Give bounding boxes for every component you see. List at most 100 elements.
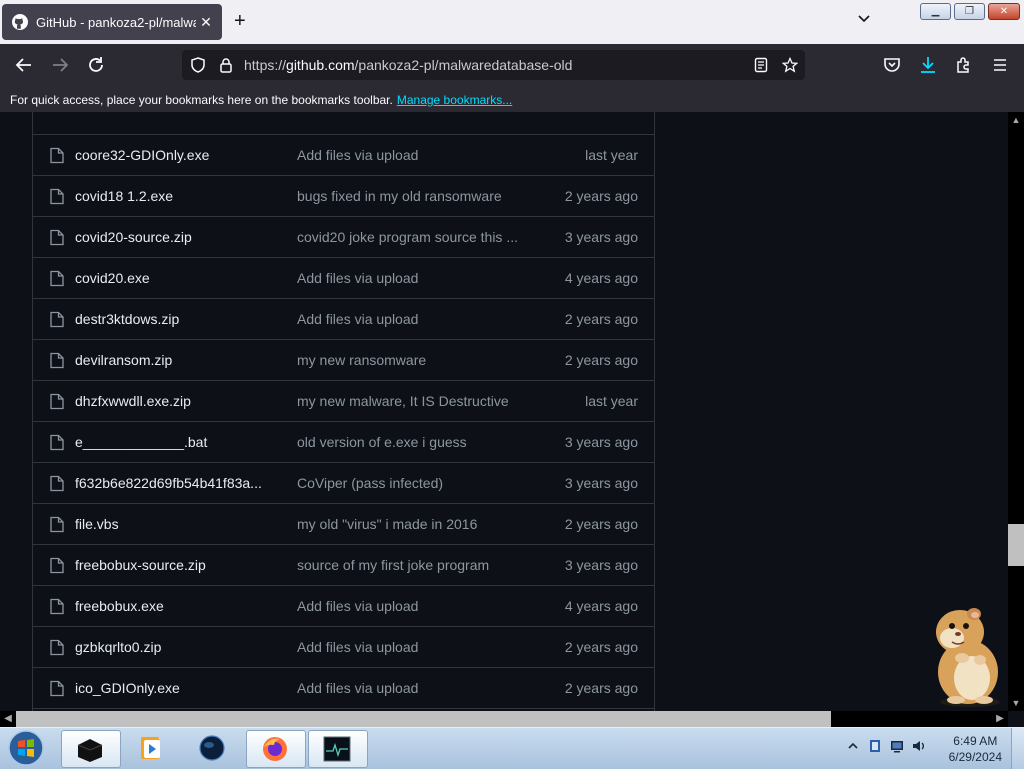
taskbar-app-terminal[interactable]: [61, 730, 121, 768]
file-name-link[interactable]: e_____________.bat: [75, 434, 275, 450]
volume-icon[interactable]: [911, 738, 927, 754]
restore-icon: ❐: [965, 6, 974, 17]
commit-message-link[interactable]: Add files via upload: [297, 598, 527, 614]
commit-message-link[interactable]: Add files via upload: [297, 680, 527, 696]
file-name-link[interactable]: freebobux.exe: [75, 598, 275, 614]
vertical-scroll-thumb[interactable]: [1008, 524, 1024, 566]
minimize-button[interactable]: ▁: [920, 3, 951, 20]
minimize-icon: ▁: [931, 6, 940, 17]
tracking-protection-shield-icon[interactable]: [190, 57, 206, 73]
address-bar[interactable]: https://github.com/pankoza2-pl/malwareda…: [182, 50, 805, 80]
file-name-link[interactable]: covid20-source.zip: [75, 229, 275, 245]
scroll-right-arrow[interactable]: ▶: [992, 711, 1008, 727]
reload-icon[interactable]: [86, 55, 106, 75]
file-name-link[interactable]: destr3ktdows.zip: [75, 311, 275, 327]
commit-age: 3 years ago: [564, 475, 638, 491]
file-name-link[interactable]: f632b6e822d69fb54b41f83a...: [75, 475, 275, 491]
table-row[interactable]: freebobux-source.zip source of my first j…: [33, 544, 654, 585]
table-row[interactable]: covid18 1.2.exe bugs fixed in my old rans…: [33, 175, 654, 216]
horizontal-scrollbar[interactable]: ◀ ▶: [0, 711, 1008, 727]
network-icon[interactable]: [889, 738, 905, 754]
extensions-icon[interactable]: [954, 55, 974, 75]
taskbar-clock[interactable]: 6:49 AM 6/29/2024: [949, 733, 1002, 765]
chevron-down-icon[interactable]: [857, 12, 871, 26]
file-name-link[interactable]: file.vbs: [75, 516, 275, 532]
bookmark-star-icon[interactable]: [782, 57, 798, 73]
file-name-link[interactable]: covid18 1.2.exe: [75, 188, 275, 204]
table-row[interactable]: ico_GDIOnly.exe Add files via upload 2 yea…: [33, 667, 654, 708]
table-row[interactable]: gzbkqrlto0.zip Add files via upload 2 year…: [33, 626, 654, 667]
black-box-app-icon: [77, 739, 103, 762]
restore-button[interactable]: ❐: [954, 3, 985, 20]
file-name-link[interactable]: gzbkqrlto0.zip: [75, 639, 275, 655]
commit-message-link[interactable]: covid20 joke program source this ...: [297, 229, 527, 245]
table-row[interactable]: freebobux.exe Add files via upload 4 years…: [33, 585, 654, 626]
menu-hamburger-icon[interactable]: [990, 55, 1010, 75]
vertical-scrollbar[interactable]: ▲ ▼: [1008, 112, 1024, 711]
commit-message-link[interactable]: old version of e.exe i guess: [297, 434, 527, 450]
activity-monitor-icon: [323, 736, 351, 762]
file-name-link[interactable]: coore32-GDIOnly.exe: [75, 147, 275, 163]
file-icon: [50, 188, 64, 205]
commit-message-link[interactable]: bugs fixed in my old ransomware: [297, 188, 527, 204]
start-button-icon[interactable]: [6, 729, 46, 767]
manage-bookmarks-link[interactable]: Manage bookmarks...: [397, 93, 512, 107]
file-icon: [50, 393, 64, 410]
table-row[interactable]: destr3ktdows.zip Add files via upload 2 ye…: [33, 298, 654, 339]
commit-message-link[interactable]: Add files via upload: [297, 639, 527, 655]
file-name-link[interactable]: freebobux-source.zip: [75, 557, 275, 573]
file-name-link[interactable]: devilransom.zip: [75, 352, 275, 368]
scroll-down-arrow[interactable]: ▼: [1008, 695, 1024, 711]
commit-message-link[interactable]: my old "virus" i made in 2016: [297, 516, 527, 532]
globe-app-icon: [199, 735, 225, 761]
navigation-toolbar: https://github.com/pankoza2-pl/malwareda…: [0, 44, 1024, 86]
pocket-icon[interactable]: [882, 55, 902, 75]
url-text[interactable]: https://github.com/pankoza2-pl/malwareda…: [244, 57, 572, 73]
commit-message-link[interactable]: Add files via upload: [297, 147, 527, 163]
commit-message-link[interactable]: my new ransomware: [297, 352, 527, 368]
table-row[interactable]: coore32-GDIOnly.exe Add files via upload l…: [33, 134, 654, 175]
close-tab-icon[interactable]: ✕: [196, 14, 216, 31]
horizontal-scroll-thumb[interactable]: [16, 711, 831, 727]
show-desktop-button[interactable]: [1011, 728, 1024, 769]
table-row[interactable]: file.vbs my old "virus" i made in 2016 2 y…: [33, 503, 654, 544]
browser-tab-github[interactable]: GitHub - pankoza2-pl/malwaredatabase-old…: [2, 4, 222, 40]
scroll-left-arrow[interactable]: ◀: [0, 711, 16, 727]
file-icon: [50, 598, 64, 615]
lock-icon[interactable]: [218, 57, 234, 73]
close-window-button[interactable]: ✕: [988, 3, 1020, 20]
show-hidden-icons-icon[interactable]: [845, 738, 861, 754]
bookmarks-toolbar: For quick access, place your bookmarks h…: [0, 86, 1024, 112]
table-row[interactable]: covid20-source.zip covid20 joke program s…: [33, 216, 654, 257]
table-row[interactable]: e_____________.bat old version of e.exe i…: [33, 421, 654, 462]
file-name-link[interactable]: covid20.exe: [75, 270, 275, 286]
action-center-flag-icon[interactable]: [867, 738, 883, 754]
scroll-up-arrow[interactable]: ▲: [1008, 112, 1024, 128]
reader-view-icon[interactable]: [753, 57, 769, 73]
table-row[interactable]: devilransom.zip my new ransomware 2 years …: [33, 339, 654, 380]
commit-message-link[interactable]: my new malware, It IS Destructive: [297, 393, 527, 409]
forward-arrow-icon[interactable]: [50, 55, 70, 75]
commit-message-link[interactable]: Add files via upload: [297, 311, 527, 327]
table-row[interactable]: dhzfxwwdll.exe.zip my new malware, It IS …: [33, 380, 654, 421]
taskbar-app-globe[interactable]: [184, 730, 242, 766]
table-row[interactable]: f632b6e822d69fb54b41f83a... CoViper (pass…: [33, 462, 654, 503]
commit-age: 2 years ago: [564, 352, 638, 368]
back-arrow-icon[interactable]: [14, 55, 34, 75]
commit-message-link[interactable]: source of my first joke program: [297, 557, 527, 573]
file-name-link[interactable]: ico_GDIOnly.exe: [75, 680, 275, 696]
commit-message-link[interactable]: Add files via upload: [297, 270, 527, 286]
taskbar-app-media-player[interactable]: [122, 730, 180, 766]
file-icon: [50, 311, 64, 328]
new-tab-button[interactable]: +: [234, 11, 246, 31]
downloads-icon[interactable]: [918, 55, 938, 75]
url-prefix: https://: [244, 57, 287, 73]
taskbar-app-task-monitor[interactable]: [308, 730, 368, 768]
commit-message-link[interactable]: CoViper (pass infected): [297, 475, 527, 491]
taskbar-app-firefox[interactable]: [246, 730, 306, 768]
commit-age: 4 years ago: [564, 270, 638, 286]
commit-age: 3 years ago: [564, 434, 638, 450]
tab-strip: GitHub - pankoza2-pl/malwaredatabase-old…: [0, 0, 1024, 44]
file-name-link[interactable]: dhzfxwwdll.exe.zip: [75, 393, 275, 409]
table-row[interactable]: covid20.exe Add files via upload 4 years a…: [33, 257, 654, 298]
